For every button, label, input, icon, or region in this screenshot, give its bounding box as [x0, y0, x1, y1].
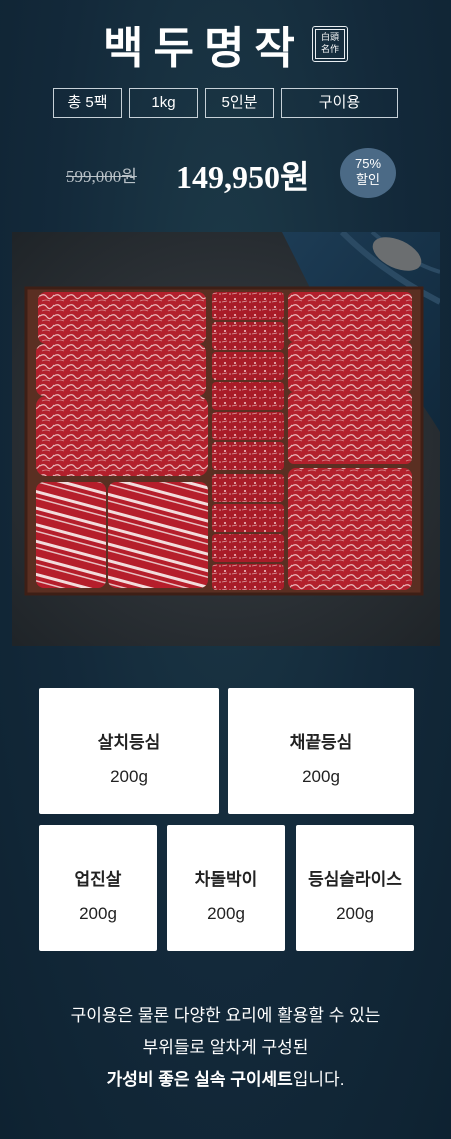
brand-title: 백두명작 [102, 23, 305, 74]
price-row: 599,000원 149,950원 75% 할인 [0, 148, 451, 198]
cut-weight: 200g [110, 767, 148, 786]
cut-card-salchi: 살치등심 200g [39, 688, 219, 814]
cut-weight: 200g [336, 904, 374, 923]
cut-name: 살치등심 [97, 733, 161, 752]
tag-servings: 5인분 [205, 88, 274, 118]
cut-name: 채끝등심 [289, 733, 353, 752]
discount-label: 할인 [356, 172, 380, 187]
discount-badge: 75% 할인 [340, 148, 396, 198]
description-line-1: 구이용은 물론 다양한 요리에 활용할 수 있는 [70, 1006, 381, 1025]
brand-title-row: 백두명작 白頭 名作 [0, 12, 451, 76]
description-line-3: 가성비 좋은 실속 구이세트입니다. [0, 1064, 451, 1096]
cut-card-eopjin: 업진살 200g [39, 825, 157, 951]
cut-weight: 200g [207, 904, 245, 923]
brand-seal-icon: 白頭 名作 [312, 26, 348, 62]
sale-price: 149,950원 [176, 159, 310, 195]
description-suffix: 입니다. [292, 1070, 345, 1089]
product-photo [12, 232, 440, 646]
seal-text-top: 白頭 [320, 33, 339, 43]
cut-name: 업진살 [74, 870, 122, 889]
cut-weight: 200g [79, 904, 117, 923]
cut-name: 차돌박이 [194, 870, 258, 889]
cut-weight: 200g [302, 767, 340, 786]
seal-text-bottom: 名作 [320, 45, 339, 55]
discount-percent: 75% [354, 156, 382, 171]
cut-card-chadol: 차돌박이 200g [167, 825, 285, 951]
product-header: 백두명작 白頭 名作 총 5팩 1kg 5인분 구이용 599,000원 149… [0, 0, 451, 220]
cut-name: 등심슬라이스 [308, 870, 402, 889]
tag-packs: 총 5팩 [53, 88, 122, 118]
description-highlight: 가성비 좋은 실속 구이세트 [106, 1070, 293, 1089]
cut-card-chaekkeut: 채끝등심 200g [228, 688, 414, 814]
description: 구이용은 물론 다양한 요리에 활용할 수 있는 부위들로 알차게 구성된 가성… [0, 1000, 451, 1096]
tag-weight: 1kg [129, 88, 198, 118]
tag-usage: 구이용 [281, 88, 398, 118]
original-price: 599,000원 [66, 167, 137, 186]
description-line-2: 부위들로 알차게 구성된 [142, 1038, 309, 1057]
cut-card-deungsim-slice: 등심슬라이스 200g [296, 825, 414, 951]
